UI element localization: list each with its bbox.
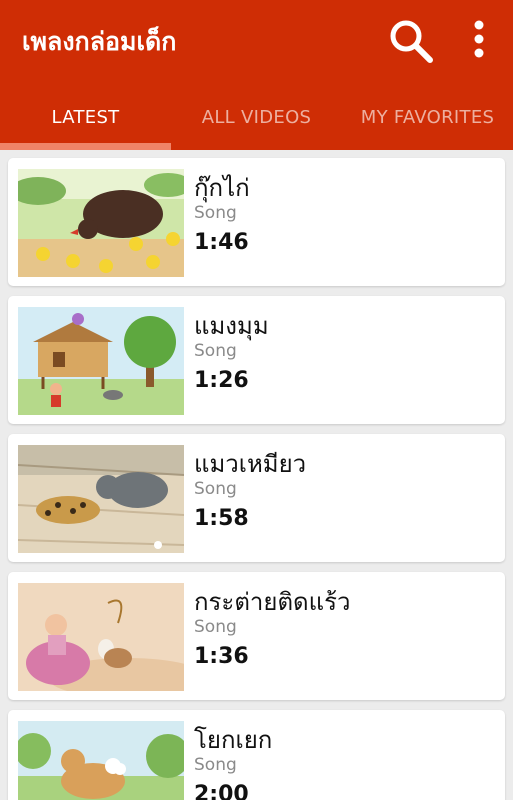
video-card[interactable]: แมวเหมียว Song 1:58 [8, 434, 505, 562]
tab-my-favorites[interactable]: MY FAVORITES [342, 88, 513, 146]
video-thumbnail [18, 445, 184, 553]
video-duration: 2:00 [194, 782, 249, 800]
video-list[interactable]: กุ๊กไก่ Song 1:46 แมงมุม Song 1:26 แมวเห… [0, 150, 513, 800]
app-bar: เพลงกล่อมเด็ก LATEST ALL VIDEOS MY FAVOR… [0, 0, 513, 150]
video-type: Song [194, 755, 237, 775]
video-title: กระต่ายติดแร้ว [194, 588, 351, 616]
tab-all-videos[interactable]: ALL VIDEOS [171, 88, 342, 146]
video-duration: 1:46 [194, 230, 249, 255]
tab-bar: LATEST ALL VIDEOS MY FAVORITES [0, 88, 513, 150]
video-duration: 1:26 [194, 368, 249, 393]
search-icon [390, 20, 433, 63]
video-thumbnail [18, 169, 184, 277]
video-title: กุ๊กไก่ [194, 174, 250, 202]
video-thumbnail [18, 583, 184, 691]
video-type: Song [194, 479, 237, 499]
app-title: เพลงกล่อมเด็ก [22, 27, 177, 56]
video-duration: 1:58 [194, 506, 249, 531]
video-type: Song [194, 341, 237, 361]
video-card[interactable]: กระต่ายติดแร้ว Song 1:36 [8, 572, 505, 700]
video-card[interactable]: แมงมุม Song 1:26 [8, 296, 505, 424]
video-thumbnail [18, 307, 184, 415]
video-title: โยกเยก [194, 726, 273, 754]
video-type: Song [194, 617, 237, 637]
video-title: แมงมุม [194, 312, 269, 340]
video-duration: 1:36 [194, 644, 249, 669]
video-card[interactable]: โยกเยก Song 2:00 [8, 710, 505, 800]
video-thumbnail [18, 721, 184, 800]
video-title: แมวเหมียว [194, 450, 307, 478]
video-type: Song [194, 203, 237, 223]
search-button[interactable] [388, 18, 434, 64]
tab-latest[interactable]: LATEST [0, 88, 171, 146]
tab-indicator [0, 143, 171, 150]
overflow-menu-button[interactable] [464, 18, 494, 64]
more-vert-icon [474, 20, 484, 58]
video-card[interactable]: กุ๊กไก่ Song 1:46 [8, 158, 505, 286]
